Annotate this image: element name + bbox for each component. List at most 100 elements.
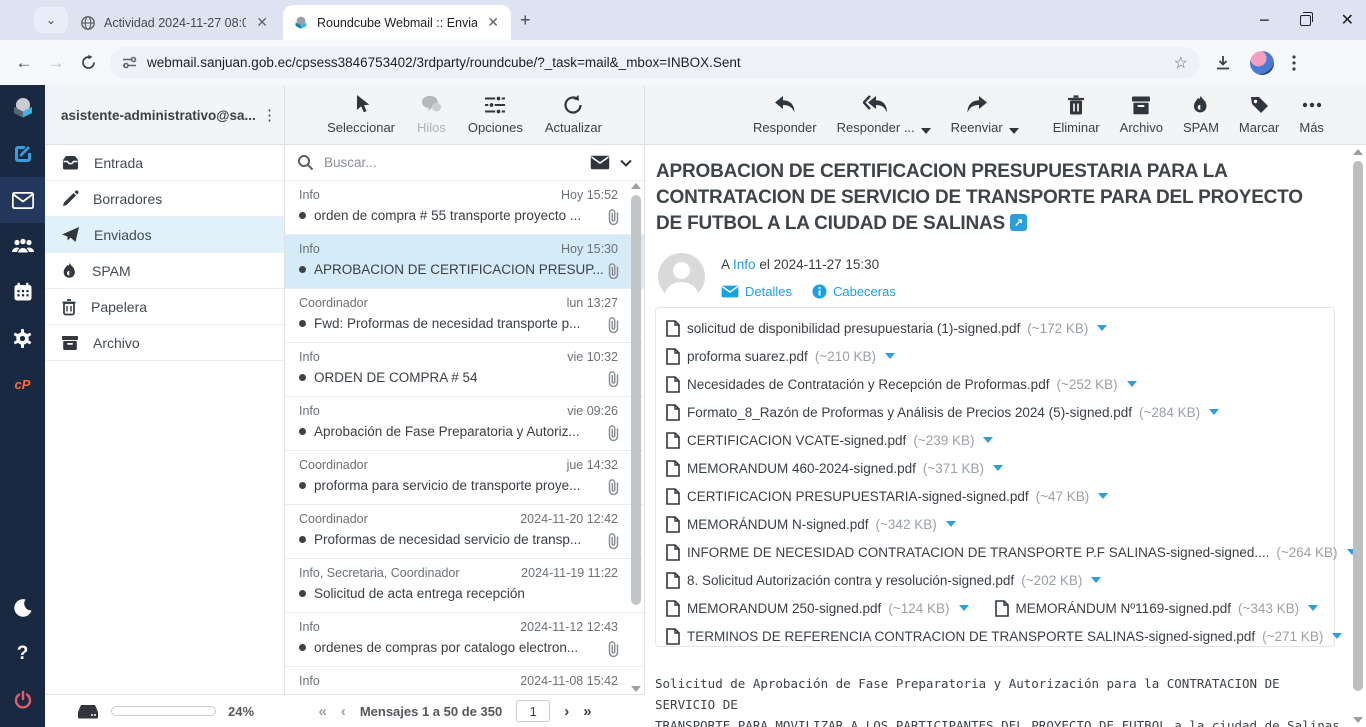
tab-close-icon[interactable]: ✕ bbox=[485, 14, 501, 31]
attachment-menu-caret-icon[interactable] bbox=[1097, 325, 1107, 331]
search-scope-mail-icon[interactable] bbox=[590, 155, 610, 170]
reply-all-button[interactable]: Responder ... bbox=[837, 94, 915, 135]
attachment-menu-caret-icon[interactable] bbox=[1308, 605, 1318, 611]
search-input[interactable] bbox=[324, 155, 580, 170]
dark-mode-moon-icon[interactable] bbox=[0, 585, 45, 631]
scroll-down-icon[interactable] bbox=[631, 686, 641, 692]
new-tab-button[interactable]: + bbox=[520, 10, 531, 31]
rail-contacts-button[interactable] bbox=[0, 223, 45, 269]
rail-mail-button[interactable] bbox=[0, 177, 45, 223]
refresh-button[interactable]: Actualizar bbox=[545, 94, 602, 135]
message-list-scrollbar[interactable] bbox=[630, 181, 642, 694]
browser-tab-activity[interactable]: Actividad 2024-11-27 08:00:00 ✕ bbox=[70, 5, 280, 40]
message-row[interactable]: Info2024-11-12 12:43 ordenes de compras … bbox=[285, 613, 644, 667]
attachment-item[interactable]: Formato_8_Razón de Proformas y Análisis … bbox=[666, 404, 1219, 421]
attachment-item[interactable]: MEMORÁNDUM N-signed.pdf(~342 KB) bbox=[666, 516, 956, 533]
forward-menu-caret-icon[interactable] bbox=[1009, 128, 1019, 134]
cpanel-icon[interactable]: cP bbox=[0, 361, 45, 407]
prev-page-button[interactable]: ‹ bbox=[341, 703, 346, 720]
recipient-link[interactable]: Info bbox=[733, 257, 756, 272]
rail-settings-button[interactable] bbox=[0, 315, 45, 361]
tab-close-icon[interactable]: ✕ bbox=[254, 14, 270, 31]
archive-button[interactable]: Archivo bbox=[1120, 94, 1163, 135]
message-row[interactable]: Info, Secretaria, Coordinador2024-11-19 … bbox=[285, 559, 644, 613]
browser-tab-roundcube[interactable]: Roundcube Webmail :: Enviados ✕ bbox=[283, 5, 511, 40]
spam-button[interactable]: SPAM bbox=[1183, 94, 1219, 135]
attachment-item[interactable]: MEMORÁNDUM Nº1169-signed.pdf(~343 KB) bbox=[995, 600, 1319, 617]
forward-button[interactable]: → bbox=[40, 53, 72, 73]
attachment-menu-caret-icon[interactable] bbox=[993, 465, 1003, 471]
scroll-down-icon[interactable] bbox=[1353, 717, 1363, 723]
window-close-button[interactable]: ✕ bbox=[1341, 10, 1354, 30]
scroll-up-icon[interactable] bbox=[1353, 149, 1363, 155]
search-options-chevron-icon[interactable] bbox=[620, 159, 632, 167]
attachment-menu-caret-icon[interactable] bbox=[946, 521, 956, 527]
page-number-input[interactable] bbox=[516, 700, 550, 722]
attachment-item[interactable]: 8. Solicitud Autorización contra y resol… bbox=[666, 572, 1101, 589]
headers-link[interactable]: Cabeceras bbox=[812, 284, 896, 299]
message-row[interactable]: InfoHoy 15:52 orden de compra # 55 trans… bbox=[285, 181, 644, 235]
attachment-item[interactable]: solicitud de disponibilidad presupuestar… bbox=[666, 320, 1107, 337]
attachment-menu-caret-icon[interactable] bbox=[959, 605, 969, 611]
scroll-up-icon[interactable] bbox=[631, 183, 641, 189]
mark-button[interactable]: Marcar bbox=[1239, 94, 1279, 135]
browser-profile-avatar[interactable] bbox=[1250, 51, 1274, 75]
window-restore-button[interactable] bbox=[1300, 15, 1311, 26]
message-row[interactable]: Coordinadorlun 13:27 Fwd: Proformas de n… bbox=[285, 289, 644, 343]
details-link[interactable]: Detalles bbox=[721, 284, 792, 299]
more-button[interactable]: Más bbox=[1299, 94, 1324, 135]
attachment-menu-caret-icon[interactable] bbox=[1127, 381, 1137, 387]
attachment-item[interactable]: Necesidades de Contratación y Recepción … bbox=[666, 376, 1137, 393]
sidebar-item-spam[interactable]: SPAM bbox=[45, 253, 284, 289]
open-external-icon[interactable] bbox=[1010, 214, 1027, 231]
message-row-selected[interactable]: InfoHoy 15:30 APROBACION DE CERTIFICACIO… bbox=[285, 235, 644, 289]
first-page-button[interactable]: « bbox=[318, 703, 326, 720]
select-button[interactable]: Seleccionar bbox=[327, 94, 395, 135]
options-button[interactable]: Opciones bbox=[468, 94, 523, 135]
sidebar-item-papelera[interactable]: Papelera bbox=[45, 289, 284, 325]
reply-all-menu-caret-icon[interactable] bbox=[921, 128, 931, 134]
attachment-item[interactable]: CERTIFICACION PRESUPUESTARIA-signed-sign… bbox=[666, 488, 1108, 505]
message-view-scrollbar[interactable] bbox=[1352, 147, 1364, 725]
attachment-menu-caret-icon[interactable] bbox=[1209, 409, 1219, 415]
attachment-item[interactable]: proforma suarez.pdf(~210 KB) bbox=[666, 348, 895, 365]
forward-button[interactable]: Reenviar bbox=[951, 94, 1003, 135]
back-button[interactable]: ← bbox=[8, 53, 40, 73]
next-page-button[interactable]: › bbox=[564, 703, 569, 720]
sidebar-item-archivo[interactable]: Archivo bbox=[45, 325, 284, 361]
message-row[interactable]: Infovie 09:26 Aprobación de Fase Prepara… bbox=[285, 397, 644, 451]
logout-power-icon[interactable] bbox=[0, 677, 45, 723]
rail-calendar-button[interactable] bbox=[0, 269, 45, 315]
attachment-item[interactable]: TERMINOS DE REFERENCIA CONTRACION DE TRA… bbox=[666, 628, 1342, 645]
compose-button[interactable] bbox=[0, 131, 45, 177]
attachment-menu-caret-icon[interactable] bbox=[983, 437, 993, 443]
attachment-item[interactable]: INFORME DE NECESIDAD CONTRATACION DE TRA… bbox=[666, 544, 1357, 561]
attachment-item[interactable]: MEMORANDUM 460-2024-signed.pdf(~371 KB) bbox=[666, 460, 1003, 477]
attachment-item[interactable]: MEMORANDUM 250-signed.pdf(~124 KB) bbox=[666, 600, 969, 617]
chrome-menu-icon[interactable] bbox=[1292, 55, 1296, 71]
help-icon[interactable]: ? bbox=[0, 631, 45, 677]
message-row[interactable]: Coordinadorjue 14:32 proforma para servi… bbox=[285, 451, 644, 505]
sidebar-item-enviados[interactable]: Enviados bbox=[45, 217, 284, 253]
tab-search-button[interactable]: ⌄ bbox=[34, 7, 68, 33]
attachment-item[interactable]: CERTIFICACION VCATE-signed.pdf(~239 KB) bbox=[666, 432, 993, 449]
downloads-icon[interactable] bbox=[1214, 54, 1232, 72]
reply-button[interactable]: Responder bbox=[753, 94, 817, 135]
attachment-menu-caret-icon[interactable] bbox=[1091, 577, 1101, 583]
message-row[interactable]: Infovie 10:32 ORDEN DE COMPRA # 54 bbox=[285, 343, 644, 397]
attachment-menu-caret-icon[interactable] bbox=[1098, 493, 1108, 499]
attachment-menu-caret-icon[interactable] bbox=[885, 353, 895, 359]
account-menu-icon[interactable]: ⋮ bbox=[262, 113, 276, 118]
attachment-menu-caret-icon[interactable] bbox=[1332, 633, 1342, 639]
bookmark-star-icon[interactable]: ☆ bbox=[1174, 53, 1188, 73]
sidebar-item-entrada[interactable]: Entrada bbox=[45, 145, 284, 181]
message-row[interactable]: Coordinador2024-11-20 12:42 Proformas de… bbox=[285, 505, 644, 559]
window-minimize-button[interactable]: − bbox=[1259, 10, 1270, 31]
threads-button[interactable]: Hilos bbox=[417, 94, 446, 135]
site-settings-icon[interactable] bbox=[122, 55, 137, 70]
last-page-button[interactable]: » bbox=[583, 703, 591, 720]
sidebar-item-borradores[interactable]: Borradores bbox=[45, 181, 284, 217]
delete-button[interactable]: Eliminar bbox=[1053, 94, 1100, 135]
reload-button[interactable] bbox=[72, 54, 104, 71]
message-row[interactable]: Info2024-11-08 15:42 bbox=[285, 667, 644, 694]
